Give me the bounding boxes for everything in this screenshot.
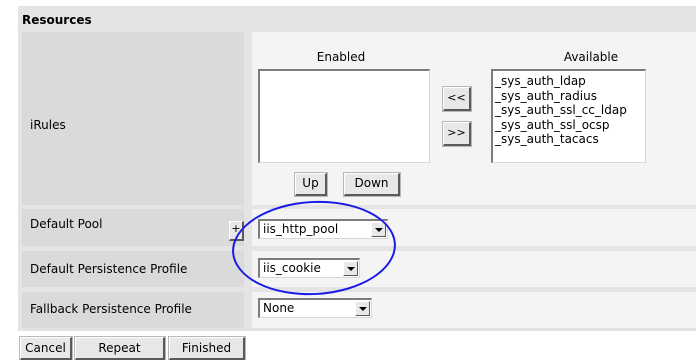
enabled-irules-list[interactable] xyxy=(258,69,430,163)
default-pool-value: iis_http_pool xyxy=(263,222,339,236)
available-irule-item[interactable]: _sys_auth_ldap xyxy=(493,74,645,89)
move-to-available-button[interactable]: >> xyxy=(443,122,471,146)
add-pool-button[interactable]: + xyxy=(229,221,244,241)
irules-label: iRules xyxy=(30,118,66,132)
down-button[interactable]: Down xyxy=(344,173,400,196)
chevron-down-icon[interactable] xyxy=(343,261,358,276)
fallback-persistence-select[interactable]: None xyxy=(258,298,372,318)
available-irule-item[interactable]: _sys_auth_ssl_cc_ldap xyxy=(493,103,645,118)
available-irule-item[interactable]: _sys_auth_radius xyxy=(493,89,645,104)
chevron-down-icon[interactable] xyxy=(371,222,386,237)
up-button[interactable]: Up xyxy=(295,173,327,196)
available-header: Available xyxy=(563,50,619,64)
default-persistence-select[interactable]: iis_cookie xyxy=(258,258,360,278)
move-to-enabled-button[interactable]: << xyxy=(443,87,471,111)
finished-button[interactable]: Finished xyxy=(169,337,245,360)
section-title: Resources xyxy=(22,13,92,27)
chevron-down-icon[interactable] xyxy=(355,301,370,316)
enabled-header: Enabled xyxy=(316,50,366,64)
default-pool-select[interactable]: iis_http_pool xyxy=(258,219,388,239)
cancel-button[interactable]: Cancel xyxy=(20,337,72,360)
available-irule-item[interactable]: _sys_auth_ssl_ocsp xyxy=(493,118,645,133)
fallback-persistence-label: Fallback Persistence Profile xyxy=(30,302,192,316)
default-persistence-label: Default Persistence Profile xyxy=(30,262,188,276)
fallback-persistence-value: None xyxy=(263,301,295,315)
repeat-button[interactable]: Repeat xyxy=(75,337,165,360)
default-persistence-value: iis_cookie xyxy=(263,261,321,275)
available-irules-list[interactable]: _sys_auth_ldap _sys_auth_radius _sys_aut… xyxy=(491,69,646,163)
default-pool-label: Default Pool xyxy=(30,217,103,231)
available-irule-item[interactable]: _sys_auth_tacacs xyxy=(493,132,645,147)
